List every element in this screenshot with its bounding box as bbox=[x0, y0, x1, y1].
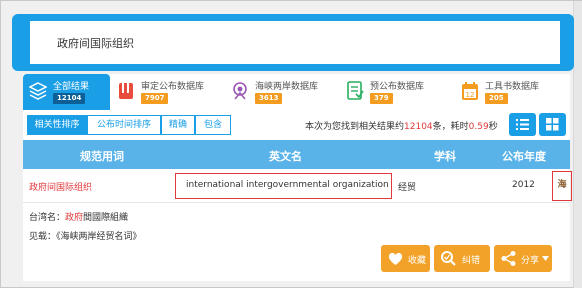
tab-cross-strait-db[interactable]: 海峡两岸数据库 3613 bbox=[225, 74, 339, 110]
year-cell: 2012 bbox=[512, 180, 535, 190]
list-view-button[interactable] bbox=[509, 113, 536, 136]
match-contains-button[interactable]: 包含 bbox=[195, 115, 231, 135]
column-header: 英文名 bbox=[269, 150, 302, 163]
tab-label: 全部结果 bbox=[53, 82, 90, 92]
sort-toolbar: 相关性排序 公布时间排序 精确 包含 本次为您找到相关结果约12104条，耗时0… bbox=[23, 110, 570, 140]
share-button[interactable]: 分享 bbox=[494, 245, 552, 272]
search-input[interactable] bbox=[30, 21, 560, 64]
taiwan-highlight: 政府 bbox=[65, 213, 84, 223]
tab-reference-db[interactable]: 12 工具书数据库 205 bbox=[455, 74, 570, 110]
result-summary: 本次为您找到相关结果约12104条，耗时0.59秒 bbox=[305, 119, 498, 132]
result-suffix: 秒 bbox=[488, 122, 498, 132]
result-middle: 条，耗时 bbox=[432, 122, 469, 132]
layers-icon bbox=[29, 82, 47, 100]
tab-approved-db[interactable]: 审定公布数据库 7907 bbox=[111, 74, 224, 110]
sort-relevance-button[interactable]: 相关性排序 bbox=[27, 115, 87, 135]
search-bar bbox=[12, 14, 574, 71]
column-header: 学科 bbox=[434, 150, 456, 163]
book-icon bbox=[119, 83, 133, 99]
list-icon bbox=[516, 119, 529, 130]
heart-icon bbox=[388, 252, 403, 265]
page-frame: 全部结果 12104 审定公布数据库 7907 海峡两岸数据库 3613 bbox=[0, 0, 582, 288]
chevron-down-icon bbox=[542, 256, 549, 261]
subject-cell: 经贸 bbox=[398, 183, 417, 193]
table-row[interactable]: 政府间国际组织 international intergovernmental … bbox=[23, 169, 572, 203]
seealso-label: 见载： bbox=[29, 232, 57, 242]
column-header: 公布年度 bbox=[502, 150, 546, 163]
tab-count-badge: 7907 bbox=[141, 93, 169, 104]
tab-count-badge: 12104 bbox=[53, 93, 86, 104]
tab-count-badge: 3613 bbox=[255, 93, 283, 104]
tab-label: 审定公布数据库 bbox=[141, 82, 205, 92]
database-tabs: 全部结果 12104 审定公布数据库 7907 海峡两岸数据库 3613 预公布… bbox=[23, 74, 570, 110]
document-icon bbox=[347, 81, 364, 100]
tab-count-badge: 379 bbox=[370, 93, 393, 104]
taiwan-rest: 間國際組織 bbox=[83, 213, 129, 223]
term-link[interactable]: 政府间国际组织 bbox=[29, 180, 92, 193]
match-exact-button[interactable]: 精确 bbox=[161, 115, 195, 135]
tab-pre-release-db[interactable]: 预公布数据库 379 bbox=[340, 74, 454, 110]
english-name: international intergovernmental organiza… bbox=[186, 180, 389, 190]
table-header: 规范用词 英文名 学科 公布年度 bbox=[23, 140, 570, 169]
correction-button[interactable]: 纠错 bbox=[434, 245, 490, 272]
column-header: 规范用词 bbox=[80, 150, 124, 163]
favorite-button[interactable]: 收藏 bbox=[381, 245, 430, 272]
grid-icon bbox=[546, 118, 559, 131]
taiwan-label: 台湾名： bbox=[29, 213, 66, 223]
tab-label: 工具书数据库 bbox=[485, 82, 540, 92]
svg-text:12: 12 bbox=[466, 91, 475, 99]
share-label: 分享 bbox=[521, 256, 540, 266]
tab-count-badge: 205 bbox=[485, 93, 508, 104]
english-name-highlight: international intergovernmental organiza… bbox=[175, 173, 392, 199]
bridge-icon bbox=[233, 82, 247, 100]
tab-all-results[interactable]: 全部结果 12104 bbox=[23, 74, 110, 110]
calendar-icon: 12 bbox=[462, 82, 478, 100]
source-reference: 见载：《海峡两岸经贸名词》 bbox=[29, 229, 142, 242]
correction-label: 纠错 bbox=[462, 256, 481, 266]
grid-view-button[interactable] bbox=[539, 113, 566, 136]
result-count: 12104 bbox=[404, 122, 433, 132]
tab-label: 海峡两岸数据库 bbox=[255, 82, 319, 92]
seealso-value: 《海峡两岸经贸名词》 bbox=[56, 232, 142, 242]
cross-strait-badge[interactable]: 海 bbox=[552, 171, 572, 201]
result-time: 0.59 bbox=[468, 122, 489, 132]
term-detail: 台湾名：政府間國際組織 见载：《海峡两岸经贸名词》 收藏 纠错 分享 bbox=[23, 203, 570, 281]
share-icon bbox=[501, 251, 516, 266]
favorite-label: 收藏 bbox=[408, 256, 427, 266]
taiwan-name: 台湾名：政府間國際組織 bbox=[29, 210, 128, 223]
scrollbar[interactable] bbox=[573, 1, 582, 288]
sort-date-button[interactable]: 公布时间排序 bbox=[87, 115, 161, 135]
search-correct-icon bbox=[441, 251, 456, 266]
result-prefix: 本次为您找到相关结果约 bbox=[305, 122, 405, 132]
tab-label: 预公布数据库 bbox=[370, 82, 425, 92]
